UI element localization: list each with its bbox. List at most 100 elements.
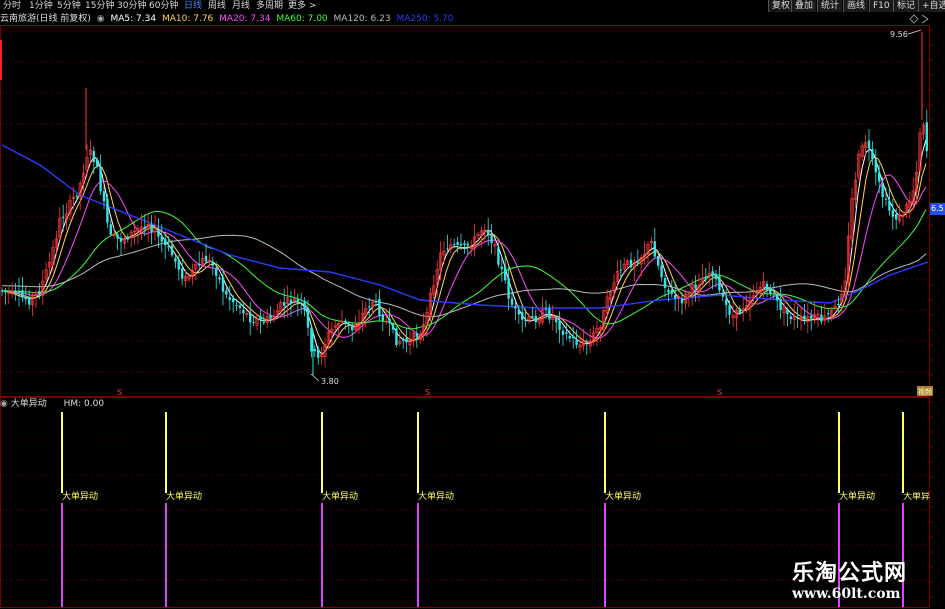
candle-body-down [204, 255, 208, 262]
candle-body-down [561, 330, 565, 335]
candle-body-down [160, 236, 163, 242]
candle-body-down [317, 348, 320, 358]
candle-body-down [177, 259, 180, 270]
candle-body-down [544, 308, 548, 310]
kline-chart: 9.56 3.80 S S S 视频 [0, 14, 933, 608]
candle-body-down [490, 234, 493, 243]
candle-body-down [796, 317, 799, 319]
candle-body-down [221, 277, 225, 292]
sub-indicator-header: ◉ 大单异动 HM: 0.00 [0, 398, 104, 410]
candle-body-down [143, 226, 146, 230]
candle-body-down [14, 291, 17, 293]
candle-body-down [313, 348, 316, 352]
signal-marker-s: S [425, 388, 430, 397]
candle-body-down [657, 256, 660, 266]
signal-label: 大单异动 [62, 492, 99, 502]
candle-body-down [572, 336, 575, 339]
candle-body-down [109, 224, 112, 235]
candle-body-down [895, 214, 898, 220]
candle-body-down [381, 314, 384, 321]
candle-body-down [402, 339, 405, 341]
candle-body-down [106, 198, 109, 223]
signal-label: 大单异动 [322, 492, 359, 502]
candle-body-down [874, 159, 877, 173]
candle-body-down [769, 287, 772, 294]
signal-label: 大单异动 [418, 492, 455, 502]
candle-body-down [218, 277, 221, 280]
candle-body-down [228, 297, 231, 300]
candle-body-down [157, 229, 160, 237]
chevron-right-icon[interactable] [921, 14, 929, 24]
candle-body-down [306, 307, 310, 328]
candle-body-down [300, 303, 303, 305]
candle-body-down [881, 184, 884, 197]
candle-body-down [728, 305, 731, 315]
diamond-icon[interactable] [909, 14, 919, 24]
candle-body-down [667, 289, 670, 293]
candle-body-down [344, 320, 347, 323]
candle-body-down [820, 314, 823, 322]
candle-body-down [17, 290, 21, 293]
chart-window: 分时 1分钟 5分钟 15分钟 30分钟 60分钟 日线 周线 月线 多周期 更… [0, 0, 945, 609]
candle-body-down [415, 333, 418, 337]
candle-body-down [252, 321, 255, 323]
candle-body-down [116, 234, 119, 239]
candle-body-down [170, 245, 174, 256]
candle-body-down [514, 306, 517, 309]
candle-body-down [497, 247, 500, 265]
candle-body-down [517, 309, 520, 315]
candle-body-down [466, 243, 469, 246]
candle-body-down [779, 298, 782, 311]
candle-body-down [925, 122, 928, 152]
candle-body-down [303, 300, 306, 311]
candle-body-down [510, 298, 514, 305]
candle-body-down [235, 304, 238, 306]
candle-body-down [891, 210, 894, 217]
candle-body-down [283, 302, 286, 306]
candle-body-down [871, 149, 874, 160]
candle-body-down [62, 216, 65, 218]
signal-label: 大单异动 [605, 492, 642, 502]
low-pointer [310, 373, 320, 382]
candle-body-down [585, 342, 588, 344]
candle-body-down [96, 159, 99, 167]
settings-dot-icon[interactable]: ◉ [0, 399, 8, 409]
candle-body-down [555, 318, 558, 323]
main-pane-frame [0, 25, 930, 397]
candle-body-down [487, 230, 490, 236]
candle-body-down [126, 236, 129, 240]
candle-body-down [463, 243, 466, 245]
sub-indicator-name: 大单异动 [10, 399, 47, 409]
candle-body-down [660, 265, 663, 278]
candle-body-down [663, 278, 667, 288]
candle-body-down [721, 292, 724, 297]
candle-body-down [738, 308, 741, 314]
candle-body-down [548, 308, 551, 320]
candle-body-down [4, 291, 7, 293]
candle-body-down [653, 241, 656, 257]
candle-body-down [786, 309, 789, 314]
candle-body-down [391, 324, 395, 330]
candle-body-down [259, 316, 262, 320]
candle-body-down [150, 224, 153, 233]
candle-body-down [629, 259, 633, 268]
candle-body-down [388, 318, 391, 324]
candle-body-down [38, 290, 41, 295]
candle-body-down [521, 312, 524, 320]
candle-body-down [888, 200, 891, 211]
candle-body-down [674, 295, 677, 299]
candle-body-down [215, 268, 218, 276]
watermark-title: 乐淘公式网 [792, 561, 908, 586]
candle-body-down [181, 268, 184, 279]
signal-label: 大单异动 [903, 492, 930, 502]
candle-body-down [867, 140, 871, 149]
low-price-label: 3.80 [321, 377, 339, 386]
candle-body-down [102, 191, 106, 202]
candle-body-down [310, 327, 313, 352]
video-tag-label: 视频 [918, 387, 932, 396]
left-marker [0, 40, 2, 80]
sub-pane-frame [0, 397, 930, 608]
candle-body-down [456, 242, 459, 245]
candle-body-down [504, 266, 507, 281]
candle-body-down [803, 315, 806, 320]
